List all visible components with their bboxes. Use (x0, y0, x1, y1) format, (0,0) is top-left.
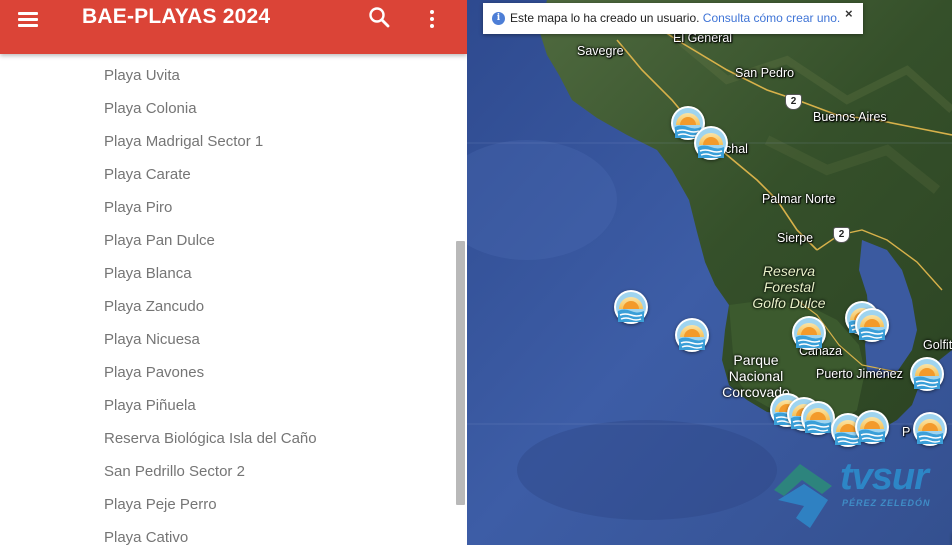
app-header: BAE-PLAYAS 2024 (0, 0, 467, 54)
list-item[interactable]: Playa Piro (0, 191, 453, 224)
reserva-line-1: Reserva (762, 263, 816, 279)
route-2-shield: 2 (785, 94, 802, 110)
beach-sunset-icon[interactable] (792, 316, 826, 350)
beach-sunset-icon[interactable] (801, 401, 835, 435)
map-label-golfito: Golfit (923, 338, 952, 352)
map-label-palmar-norte: Palmar Norte (762, 192, 836, 206)
parque-line-2: Nacional (728, 368, 784, 384)
more-vert-icon[interactable] (420, 4, 444, 32)
list-item[interactable]: Playa Pavones (0, 356, 453, 389)
list-item[interactable]: Playa Piñuela (0, 389, 453, 422)
user-map-notice: i Este mapa lo ha creado un usuario. Con… (483, 3, 863, 34)
notice-text: Este mapa lo ha creado un usuario. (510, 11, 700, 25)
list-item[interactable]: Playa Pan Dulce (0, 224, 453, 257)
beach-sunset-icon[interactable] (694, 126, 728, 160)
map-label-puerto-jimenez: Puerto Jiménez (816, 367, 903, 381)
notice-link[interactable]: Consulta cómo crear uno. (703, 11, 840, 25)
list-item[interactable]: Playa Uvita (0, 59, 453, 92)
map-label-p: P (902, 425, 911, 439)
list-item[interactable]: Playa Blanca (0, 257, 453, 290)
notice-text-line: Este mapa lo ha creado un usuario. Consu… (510, 11, 840, 25)
map-label-chal: chal (725, 142, 748, 156)
place-list-panel: BAE-PLAYAS 2024 Playa Uvita Playa Colonia… (0, 0, 467, 545)
list-item[interactable]: Playa Peje Perro (0, 488, 453, 521)
list-item[interactable]: Reserva Biológica Isla del Caño (0, 422, 453, 455)
list-item[interactable]: Playa Nicuesa (0, 323, 453, 356)
map-label-buenos-aires: Buenos Aires (813, 110, 887, 124)
beach-sunset-icon[interactable] (910, 357, 944, 391)
place-list: Playa Uvita Playa Colonia Playa Madrigal S… (0, 59, 453, 545)
close-icon[interactable]: × (845, 6, 853, 21)
list-item[interactable]: Playa Zancudo (0, 290, 453, 323)
info-icon: i (492, 12, 505, 25)
list-item[interactable]: San Pedrillo Sector 2 (0, 455, 453, 488)
scrollbar-thumb[interactable] (456, 241, 465, 505)
parque-line-1: Parque (733, 352, 779, 368)
map-label-reserva-golfo-dulce: Reserva Forestal Golfo Dulce (750, 263, 828, 311)
map-label-sierpe: Sierpe (777, 231, 814, 245)
reserva-line-3: Golfo Dulce (752, 295, 826, 311)
beach-sunset-icon[interactable] (614, 290, 648, 324)
tvsur-logo-text: tvsur (840, 456, 929, 498)
tvsur-logo-subtitle: PÉREZ ZELEDÓN (842, 498, 931, 508)
page-title: BAE-PLAYAS 2024 (82, 5, 271, 28)
beach-sunset-icon[interactable] (675, 318, 709, 352)
map-label-savegre: Savegre (577, 44, 624, 58)
beach-sunset-icon[interactable] (855, 308, 889, 342)
map-label-san-pedro: San Pedro (735, 66, 795, 80)
reserva-line-2: Forestal (763, 279, 815, 295)
list-item[interactable]: Playa Colonia (0, 92, 453, 125)
list-item[interactable]: Playa Carate (0, 158, 453, 191)
search-icon[interactable] (366, 4, 394, 32)
route-2-shield-south: 2 (833, 227, 850, 243)
beach-sunset-icon[interactable] (913, 412, 947, 446)
hamburger-menu-icon[interactable] (12, 6, 44, 32)
beach-sunset-icon[interactable] (855, 410, 889, 444)
list-item[interactable]: Playa Cativo (0, 521, 453, 545)
list-item[interactable]: Playa Madrigal Sector 1 (0, 125, 453, 158)
